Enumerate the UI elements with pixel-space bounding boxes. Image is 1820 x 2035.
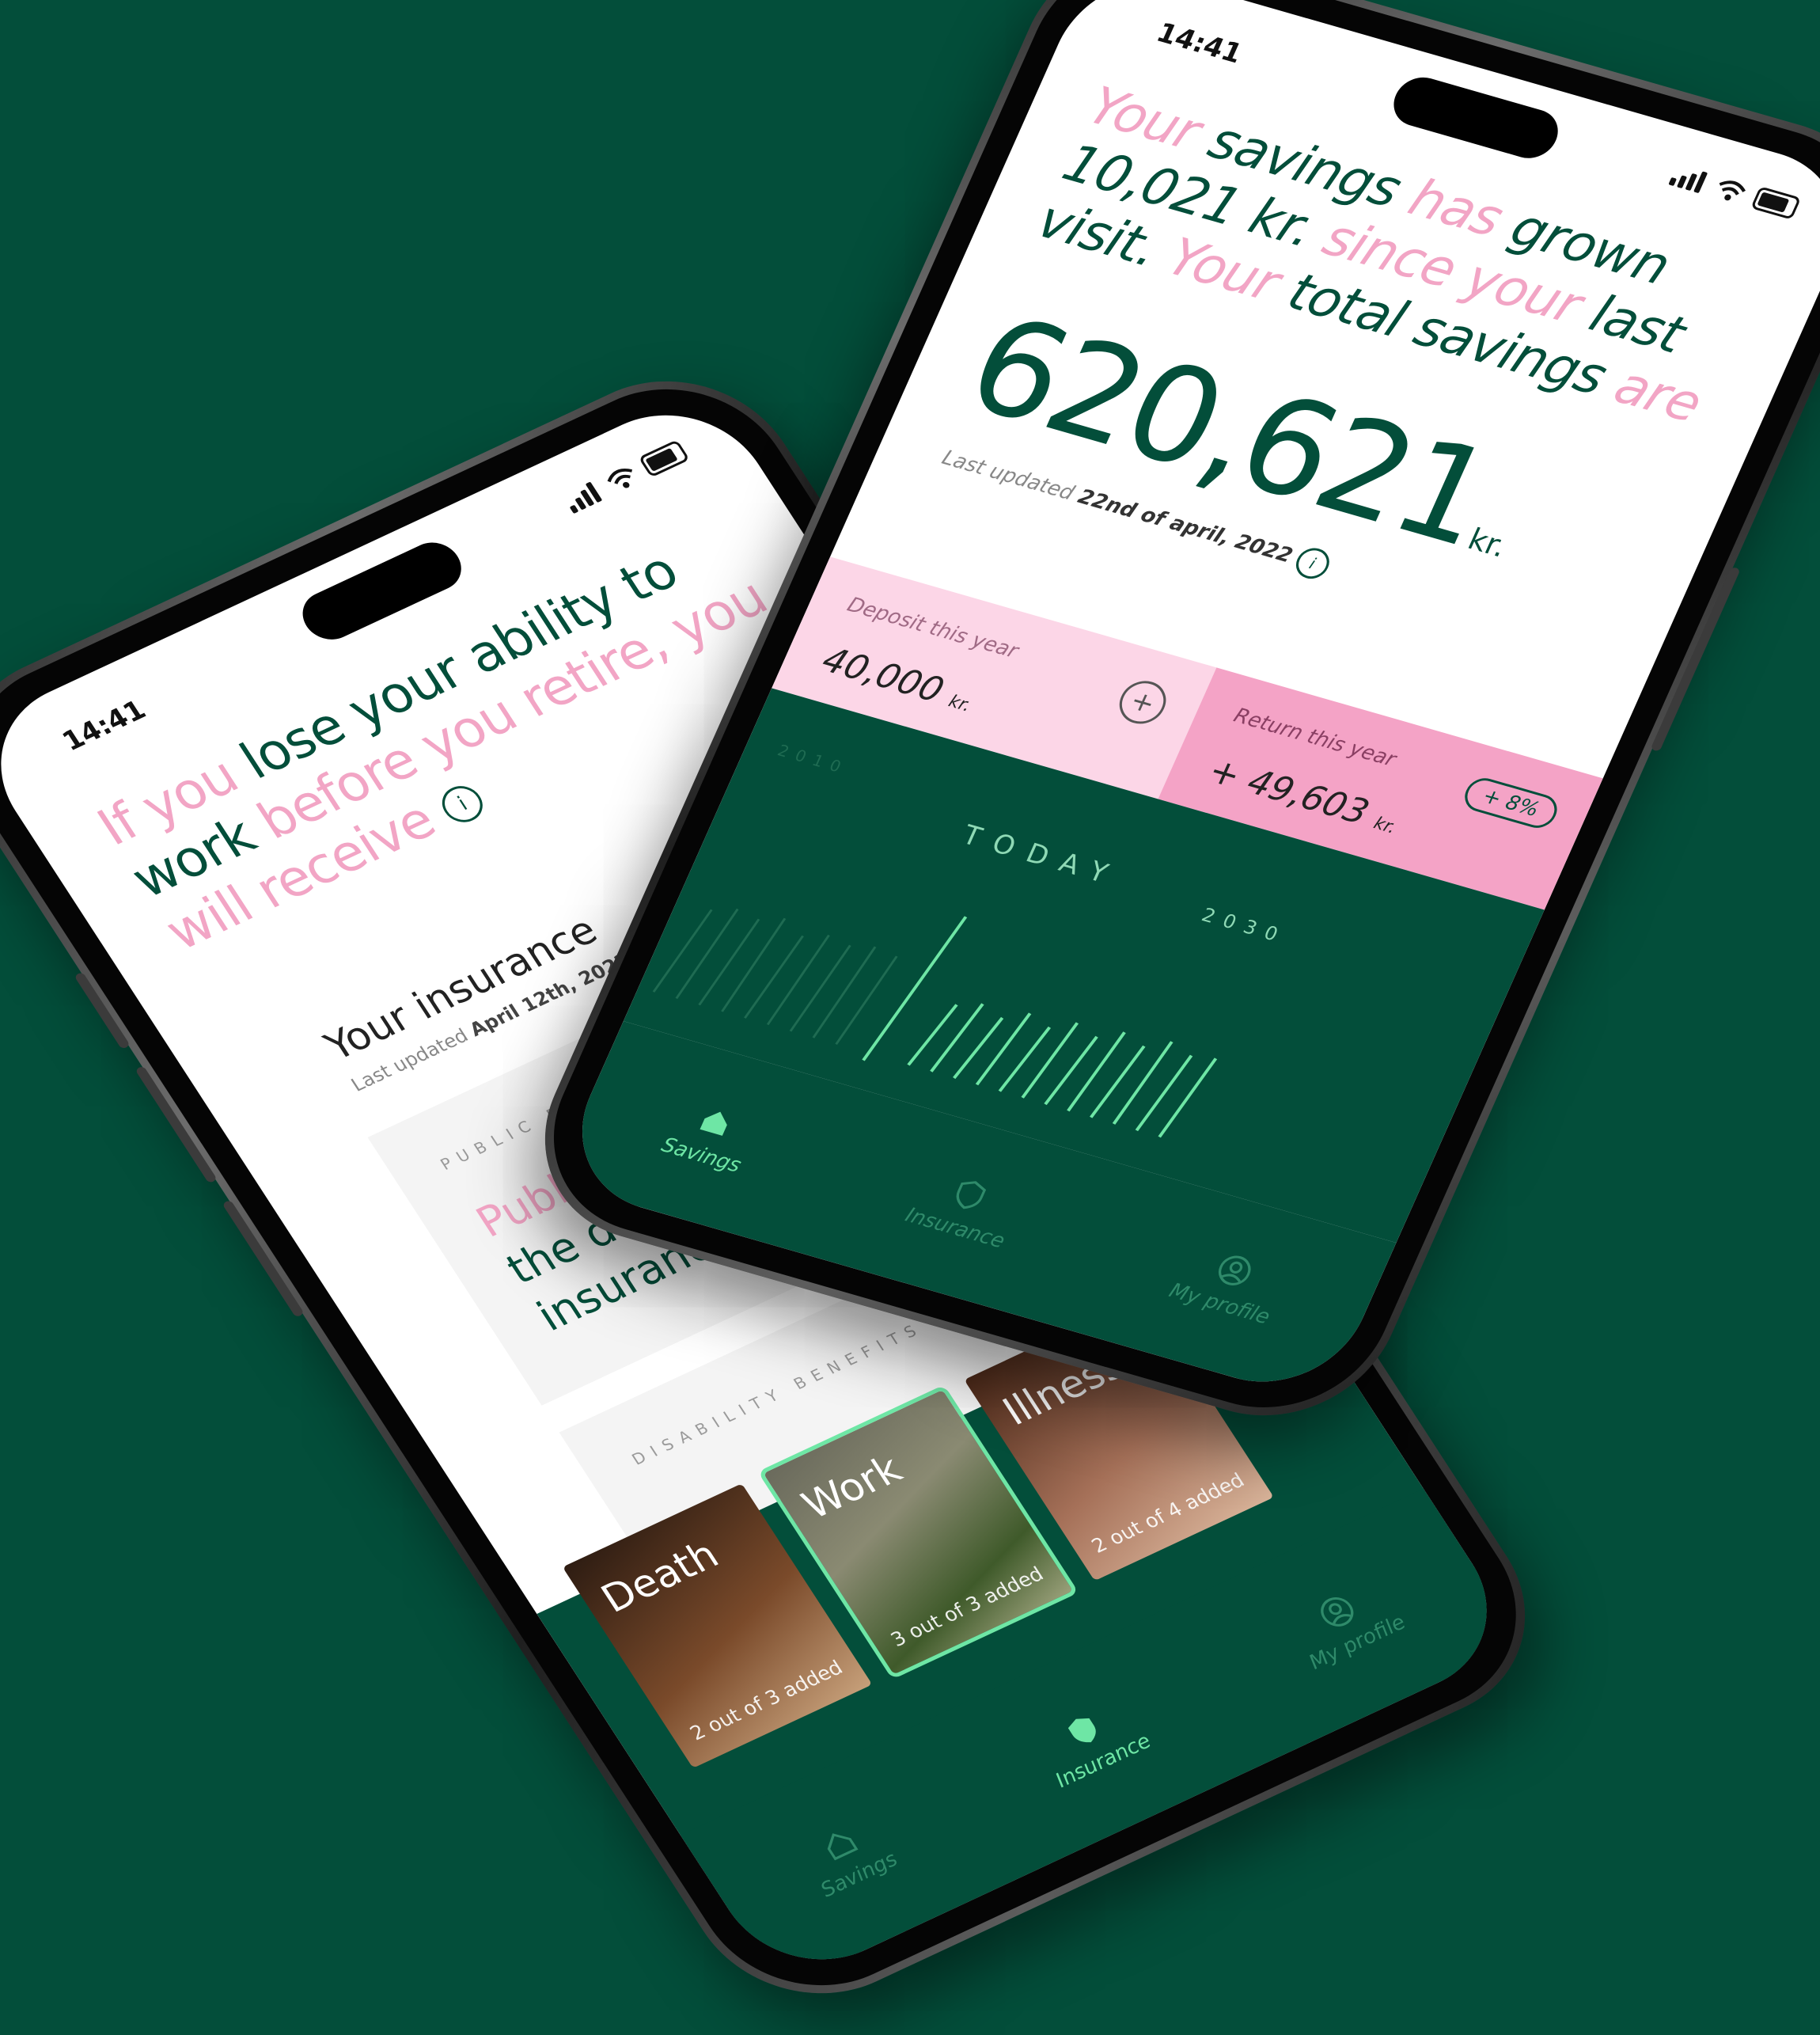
tab-insurance[interactable]: Insurance xyxy=(1029,1695,1155,1793)
home-icon xyxy=(827,1833,859,1861)
shield-icon xyxy=(1068,1718,1096,1743)
system-icons xyxy=(561,439,690,514)
deposit-amount: 40,000 xyxy=(816,640,950,711)
profile-icon xyxy=(1218,1255,1251,1285)
return-unit: kr. xyxy=(1370,814,1399,838)
home-icon xyxy=(700,1111,728,1136)
total-savings-unit: kr. xyxy=(1462,522,1513,564)
status-time: 14:41 xyxy=(56,694,152,757)
system-icons xyxy=(1668,162,1802,220)
battery-icon xyxy=(638,439,690,478)
tab-savings[interactable]: Savings xyxy=(794,1813,902,1902)
savings-screen: 14:41 Your savings has grown 10,021 kr. … xyxy=(552,0,1820,1404)
wifi-icon xyxy=(607,469,632,488)
battery-icon xyxy=(1750,186,1802,220)
tab-my-profile[interactable]: My profile xyxy=(1282,1576,1410,1674)
dynamic-island xyxy=(1385,71,1567,165)
timeline-start: 2010 xyxy=(775,740,852,778)
card-title: Death xyxy=(593,1532,727,1622)
timeline-today: TODAY xyxy=(957,819,1127,894)
tab-insurance[interactable]: Insurance xyxy=(902,1165,1026,1253)
promo-canvas: { "colors": {"background": "#034e3a", "p… xyxy=(0,0,1820,2032)
tab-label: Savings xyxy=(658,1133,745,1178)
wifi-icon xyxy=(1719,180,1746,201)
info-icon[interactable]: i xyxy=(434,780,491,829)
timeline-end: 2030 xyxy=(1198,903,1291,948)
status-time: 14:41 xyxy=(1151,17,1247,70)
dynamic-island xyxy=(292,534,472,648)
tab-savings[interactable]: Savings xyxy=(658,1095,761,1178)
deposit-unit: kr. xyxy=(945,691,974,716)
shield-icon xyxy=(956,1181,987,1209)
card-title: Work xyxy=(794,1446,910,1528)
info-icon[interactable]: i xyxy=(1291,544,1335,583)
profile-icon xyxy=(1321,1596,1354,1627)
signal-icon xyxy=(1668,164,1711,194)
signal-icon xyxy=(562,480,605,514)
tab-label: My profile xyxy=(1165,1278,1274,1330)
tab-label: Insurance xyxy=(901,1203,1009,1254)
tab-my-profile[interactable]: My profile xyxy=(1166,1241,1291,1329)
